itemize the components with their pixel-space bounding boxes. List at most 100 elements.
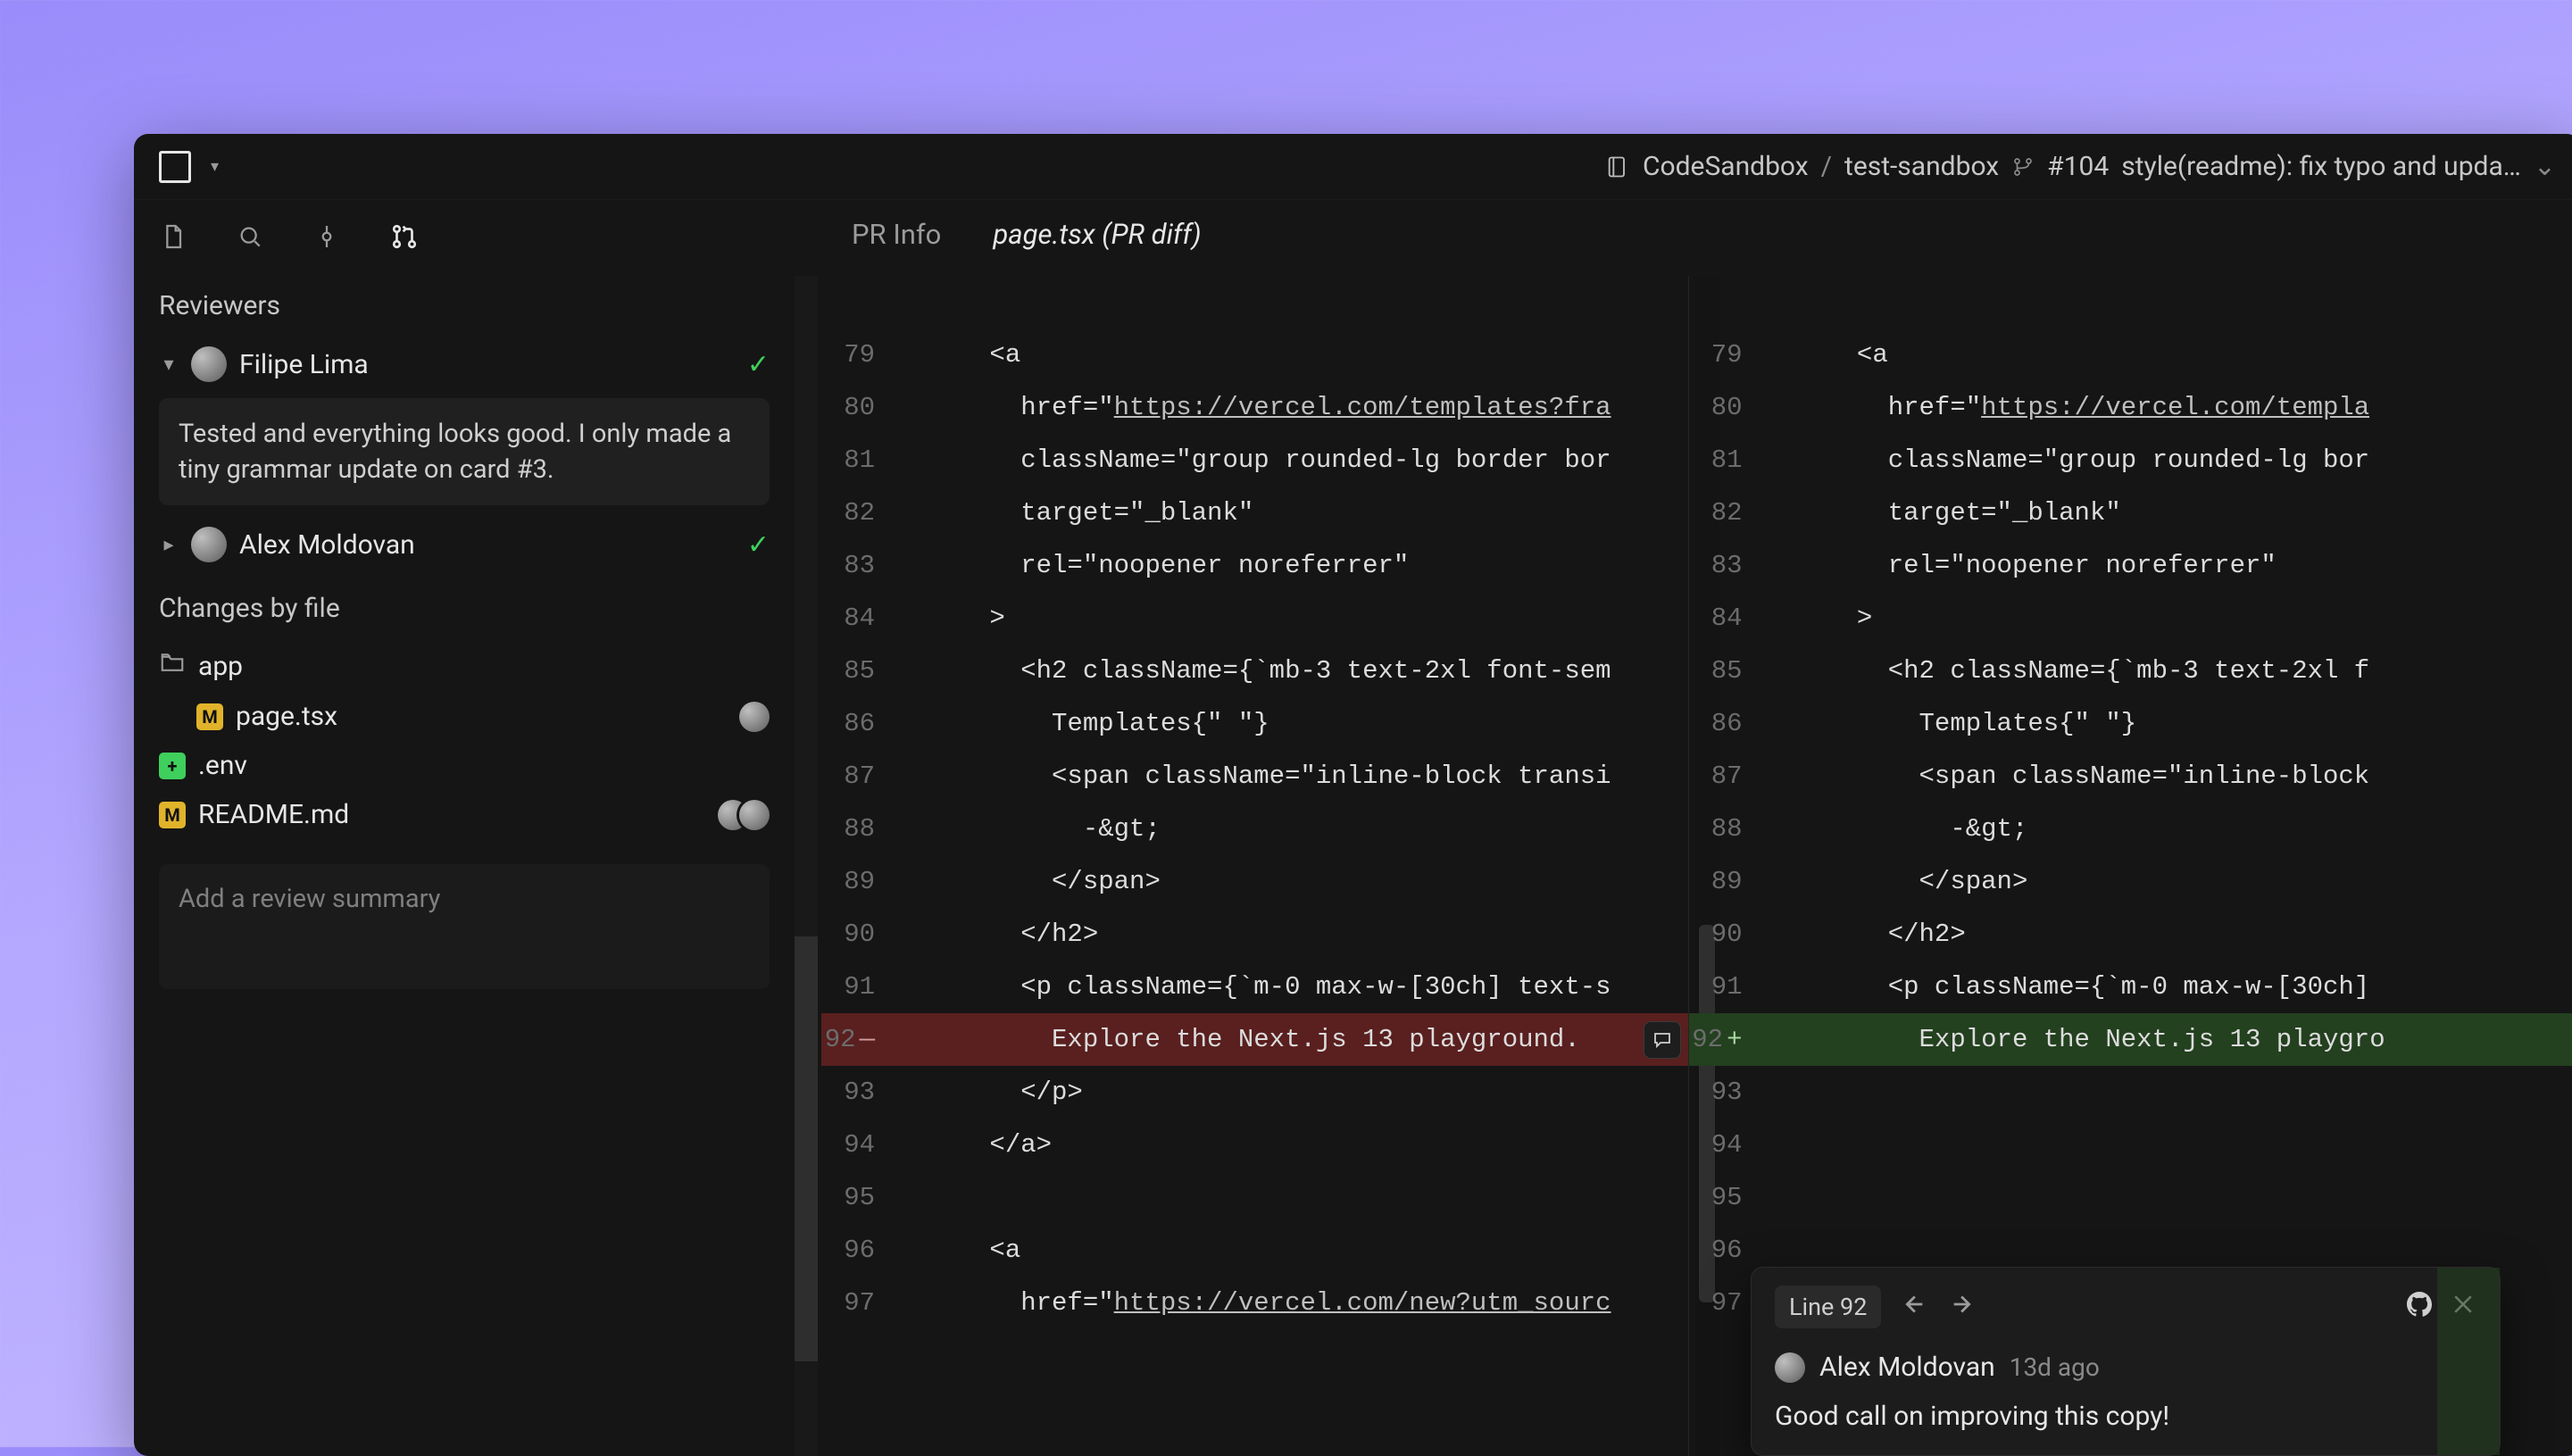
- file-commenters: [727, 800, 770, 830]
- app-logo-icon[interactable]: [159, 151, 191, 183]
- line-number: 79: [1689, 340, 1764, 370]
- folder-row[interactable]: app: [134, 640, 795, 692]
- code-line[interactable]: 86 Templates{" "}: [1689, 697, 2572, 750]
- code-text: target="_blank": [1764, 498, 2121, 528]
- pull-request-icon[interactable]: [389, 221, 420, 258]
- line-number: 87: [821, 761, 896, 791]
- code-line[interactable]: 94: [1689, 1119, 2572, 1171]
- code-line[interactable]: 80 href="https://vercel.com/templa: [1689, 381, 2572, 434]
- code-line[interactable]: 79 <a: [1689, 329, 2572, 381]
- code-line[interactable]: 91 <p className={`m-0 max-w-[30ch]: [1689, 961, 2572, 1013]
- line-number: 87: [1689, 761, 1764, 791]
- code-text: rel="noopener noreferrer": [896, 551, 1409, 580]
- line-number: 91: [1689, 972, 1764, 1002]
- git-commit-icon[interactable]: [312, 222, 341, 257]
- line-number: 90: [1689, 919, 1764, 949]
- file-commenters: [748, 702, 770, 732]
- approved-check-icon: ✓: [747, 349, 770, 380]
- code-line[interactable]: 93 </p>: [821, 1066, 1688, 1119]
- code-text: target="_blank": [896, 498, 1253, 528]
- reviewer-row[interactable]: ▸ Alex Moldovan ✓: [134, 518, 795, 571]
- line-number: 88: [821, 814, 896, 844]
- avatar: [739, 702, 770, 732]
- code-line[interactable]: [1689, 276, 2572, 329]
- reviewer-row[interactable]: ▾ Filipe Lima ✓: [134, 337, 795, 391]
- code-line[interactable]: 92 Explore the Next.js 13 playgro: [1689, 1013, 2572, 1066]
- review-body: Tested and everything looks good. I only…: [159, 398, 770, 505]
- github-icon[interactable]: [2405, 1290, 2434, 1325]
- code-line[interactable]: 79 <a: [821, 329, 1688, 381]
- file-icon[interactable]: [159, 222, 187, 257]
- code-line[interactable]: 83 rel="noopener noreferrer": [1689, 539, 2572, 592]
- line-number: 86: [1689, 709, 1764, 738]
- prev-comment-arrow-icon[interactable]: [1897, 1289, 1927, 1326]
- code-line[interactable]: 88 -&gt;: [821, 803, 1688, 855]
- code-line[interactable]: 92 Explore the Next.js 13 playground.: [821, 1013, 1688, 1066]
- code-text: <a: [896, 340, 1020, 370]
- chevron-right-icon[interactable]: ▸: [159, 534, 179, 556]
- code-line[interactable]: 85 <h2 className={`mb-3 text-2xl font-se…: [821, 645, 1688, 697]
- left-minimap[interactable]: [795, 276, 818, 1456]
- code-line[interactable]: 89 </span>: [821, 855, 1688, 908]
- code-line[interactable]: 93: [1689, 1066, 2572, 1119]
- code-line[interactable]: 87 <span className="inline-block: [1689, 750, 2572, 803]
- line-number: 81: [821, 445, 896, 475]
- breadcrumb[interactable]: CodeSandbox / test-sandbox #104 style(re…: [1605, 151, 2556, 182]
- search-icon[interactable]: [236, 222, 264, 257]
- line-number: 96: [1689, 1236, 1764, 1265]
- line-number: 90: [821, 919, 896, 949]
- code-line[interactable]: 81 className="group rounded-lg border bo…: [821, 434, 1688, 487]
- code-line[interactable]: 87 <span className="inline-block transi: [821, 750, 1688, 803]
- line-number: 86: [821, 709, 896, 738]
- file-row[interactable]: M README.md: [134, 790, 795, 839]
- chevron-down-icon[interactable]: ▾: [159, 354, 179, 376]
- code-text: >: [896, 603, 1005, 633]
- code-line[interactable]: 85 <h2 className={`mb-3 text-2xl f: [1689, 645, 2572, 697]
- code-line[interactable]: 89 </span>: [1689, 855, 2572, 908]
- folder-open-icon: [159, 649, 186, 683]
- code-line[interactable]: 94 </a>: [821, 1119, 1688, 1171]
- tab-diff[interactable]: page.tsx (PR diff): [993, 218, 1201, 251]
- file-status-modified-icon: M: [196, 703, 223, 730]
- code-text: Templates{" "}: [1764, 709, 2137, 738]
- breadcrumb-repo: test-sandbox: [1844, 151, 1999, 182]
- repo-icon: [1605, 154, 1630, 179]
- code-line[interactable]: 82 target="_blank": [821, 487, 1688, 539]
- line-chip[interactable]: Line 92: [1775, 1285, 1881, 1328]
- code-line[interactable]: [821, 276, 1688, 329]
- code-line[interactable]: 86 Templates{" "}: [821, 697, 1688, 750]
- code-line[interactable]: 91 <p className={`m-0 max-w-[30ch] text-…: [821, 961, 1688, 1013]
- comment-time: 13d ago: [2010, 1352, 2100, 1382]
- file-row[interactable]: + .env: [134, 741, 795, 790]
- code-line[interactable]: 88 -&gt;: [1689, 803, 2572, 855]
- add-comment-button[interactable]: [1644, 1021, 1681, 1059]
- code-line[interactable]: 83 rel="noopener noreferrer": [821, 539, 1688, 592]
- code-line[interactable]: 95: [821, 1171, 1688, 1224]
- code-line[interactable]: 81 className="group rounded-lg bor: [1689, 434, 2572, 487]
- code-text: </span>: [1764, 867, 2028, 896]
- comment-popover: Line 92 Alex Moldovan 13d ago Good call …: [1751, 1267, 2501, 1456]
- code-text: href="https://vercel.com/templates?fra: [896, 393, 1611, 422]
- next-comment-arrow-icon[interactable]: [1949, 1289, 1979, 1326]
- code-line[interactable]: 84 >: [1689, 592, 2572, 645]
- line-number: 94: [1689, 1130, 1764, 1160]
- code-line[interactable]: 90 </h2>: [821, 908, 1688, 961]
- code-line[interactable]: 97 href="https://vercel.com/new?utm_sour…: [821, 1277, 1688, 1329]
- code-line[interactable]: 84 >: [821, 592, 1688, 645]
- tab-pr-info[interactable]: PR Info: [852, 218, 941, 251]
- code-text: <p className={`m-0 max-w-[30ch] text-s: [896, 972, 1611, 1002]
- diff-left-column: 79 <a80 href="https://vercel.com/templat…: [795, 276, 1688, 1456]
- breadcrumb-chevron-icon[interactable]: ⌄: [2534, 151, 2556, 182]
- code-line[interactable]: 82 target="_blank": [1689, 487, 2572, 539]
- avatar: [191, 346, 227, 382]
- code-line[interactable]: 90 </h2>: [1689, 908, 2572, 961]
- code-text: Templates{" "}: [896, 709, 1269, 738]
- code-line[interactable]: 80 href="https://vercel.com/templates?fr…: [821, 381, 1688, 434]
- file-row[interactable]: M page.tsx: [134, 692, 795, 741]
- avatar: [191, 527, 227, 562]
- code-line[interactable]: 96 <a: [821, 1224, 1688, 1277]
- review-summary-input[interactable]: Add a review summary: [159, 864, 770, 989]
- line-number: 83: [1689, 551, 1764, 580]
- code-line[interactable]: 95: [1689, 1171, 2572, 1224]
- workspace-dropdown-chevron-icon[interactable]: ▾: [211, 157, 219, 176]
